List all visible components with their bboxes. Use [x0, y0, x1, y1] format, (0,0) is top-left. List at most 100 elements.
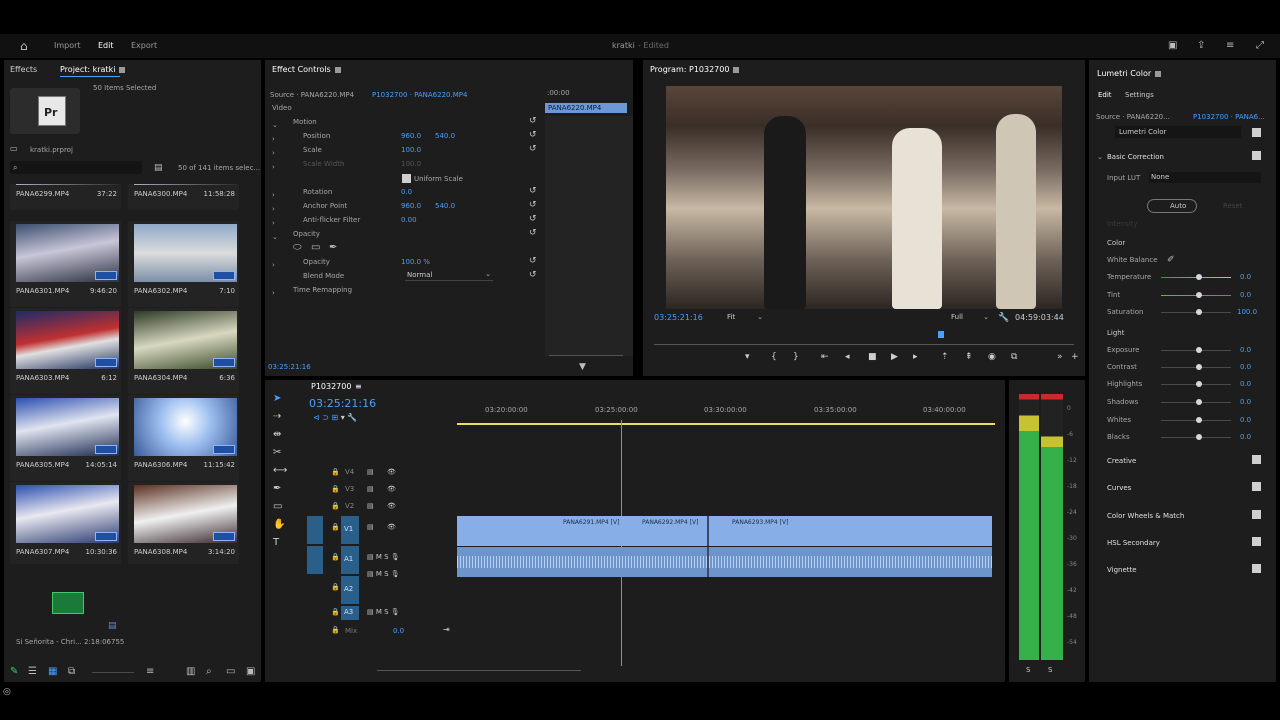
temperature-knob[interactable]: [1196, 274, 1202, 280]
input-lut-select[interactable]: None: [1149, 172, 1261, 183]
saturation-value[interactable]: 100.0: [1237, 308, 1257, 316]
scale-value[interactable]: 100.0: [401, 146, 421, 154]
blacks-value[interactable]: 0.0: [1240, 433, 1251, 441]
more-icon[interactable]: »: [1057, 352, 1063, 362]
antiflicker-value[interactable]: 0.00: [401, 216, 417, 224]
clip-thumb-6308[interactable]: PANA6308.MP4 3:14:20: [128, 482, 239, 564]
reset-icon[interactable]: ↺: [529, 144, 537, 154]
lumetri-seq[interactable]: P1032700 · PANA6...: [1193, 113, 1265, 121]
work-area-bar[interactable]: [457, 423, 995, 425]
clip-thumb-6304[interactable]: PANA6304.MP4 6:36: [128, 308, 239, 394]
contrast-knob[interactable]: [1196, 364, 1202, 370]
nav-edit[interactable]: Edit: [98, 41, 114, 50]
nav-import[interactable]: Import: [54, 41, 81, 50]
new-item-icon[interactable]: ▣: [246, 667, 255, 677]
track-select-icon[interactable]: ⇢: [273, 408, 281, 426]
play-icon[interactable]: ▶: [891, 352, 898, 362]
reset-icon[interactable]: ↺: [529, 186, 537, 196]
lumetri-source[interactable]: Source · PANA6220...: [1096, 113, 1170, 121]
sort-icon[interactable]: ≡: [146, 667, 154, 677]
solo-right[interactable]: S: [1048, 666, 1052, 674]
selection-tool-icon[interactable]: ➤: [273, 390, 281, 408]
clip-thumb-6299[interactable]: PANA6299.MP4 37:22: [10, 184, 121, 210]
auto-button[interactable]: Auto: [1147, 199, 1197, 213]
reset-button[interactable]: Reset: [1223, 202, 1243, 210]
reset-icon[interactable]: ↺: [529, 270, 537, 280]
contrast-value[interactable]: 0.0: [1240, 363, 1251, 371]
program-timecode[interactable]: 03:25:21:16: [654, 313, 703, 322]
ellipse-mask-icon[interactable]: ⬭: [293, 243, 302, 253]
list-view-icon[interactable]: ☰: [28, 667, 37, 677]
clip-thumb-6306[interactable]: PANA6306.MP4 11:15:42: [128, 395, 239, 481]
lumetri-enable-checkbox[interactable]: [1252, 128, 1261, 137]
add-marker-icon[interactable]: ▾: [745, 352, 750, 362]
track-a3[interactable]: A3 🔒 ▤ M S 🎙: [307, 606, 457, 620]
timeline-h-scroll[interactable]: [377, 670, 581, 671]
reset-icon[interactable]: ↺: [529, 256, 537, 266]
position-y[interactable]: 540.0: [435, 132, 455, 140]
clip-thumb-6300[interactable]: PANA6300.MP4 11:58:28: [128, 184, 239, 210]
basic-correction-checkbox[interactable]: [1252, 151, 1261, 160]
shadows-value[interactable]: 0.0: [1240, 398, 1251, 406]
timeline-timecode[interactable]: 03:25:21:16: [309, 397, 376, 410]
temperature-value[interactable]: 0.0: [1240, 273, 1251, 281]
section-color-wheels[interactable]: Color Wheels & Match: [1107, 512, 1184, 520]
search-input[interactable]: ⌕: [10, 161, 142, 174]
creative-checkbox[interactable]: [1252, 455, 1261, 464]
workspace-icon[interactable]: ▣: [1168, 41, 1177, 51]
opacity-value[interactable]: 100.0 %: [401, 258, 430, 266]
reset-icon[interactable]: ↺: [529, 116, 537, 126]
lumetri-edit-tab[interactable]: Edit: [1098, 91, 1112, 99]
tint-value[interactable]: 0.0: [1240, 291, 1251, 299]
saturation-knob[interactable]: [1196, 309, 1202, 315]
ec-sequence[interactable]: P1032700 · PANA6220.MP4: [372, 91, 467, 99]
highlights-knob[interactable]: [1196, 381, 1202, 387]
track-v1[interactable]: V1 🔒 ▤ 👁: [307, 516, 457, 544]
mix-go-to-icon[interactable]: ⇥: [443, 625, 450, 634]
shadows-knob[interactable]: [1196, 399, 1202, 405]
audio-clip-icon[interactable]: [52, 592, 84, 614]
color-subheader[interactable]: Color: [1107, 239, 1125, 247]
fx-motion[interactable]: Motion: [293, 118, 317, 126]
hand-tool-icon[interactable]: ✋: [273, 516, 285, 534]
new-bin-icon[interactable]: ▤: [154, 163, 163, 173]
slip-icon[interactable]: ⟷: [273, 462, 287, 480]
rotation-value[interactable]: 0.0: [401, 188, 412, 196]
light-subheader[interactable]: Light: [1107, 329, 1124, 337]
clip-thumb-6302[interactable]: PANA6302.MP4 7:10: [128, 221, 239, 307]
add-button-icon[interactable]: +: [1071, 352, 1079, 362]
audio-clip-a1[interactable]: [457, 547, 992, 577]
rectangle-tool-icon[interactable]: ▭: [273, 498, 282, 516]
pen-mask-icon[interactable]: ✒: [329, 243, 337, 253]
video-clip-v1[interactable]: PANA6291.MP4 [V] PANA6292.MP4 [V] PANA62…: [457, 516, 992, 546]
rect-mask-icon[interactable]: ▭: [311, 243, 320, 253]
compare-icon[interactable]: ⧉: [1011, 352, 1017, 362]
vignette-checkbox[interactable]: [1252, 564, 1261, 573]
quality-select[interactable]: Full ⌄: [951, 313, 989, 324]
exposure-knob[interactable]: [1196, 347, 1202, 353]
filter-icon[interactable]: ▼: [579, 362, 586, 372]
tab-effects[interactable]: Effects: [10, 65, 37, 74]
ec-menu-icon[interactable]: [334, 66, 341, 73]
nav-export[interactable]: Export: [131, 41, 157, 50]
whites-value[interactable]: 0.0: [1240, 416, 1251, 424]
fx-opacity[interactable]: Opacity: [293, 230, 320, 238]
ec-timecode[interactable]: 03:25:21:16: [268, 363, 311, 371]
clip-thumb-6303[interactable]: PANA6303.MP4 6:12: [10, 308, 121, 394]
time-ruler[interactable]: 03:20:00:00 03:25:00:00 03:30:00:00 03:3…: [457, 400, 995, 426]
track-a2[interactable]: A2 🔒 ▤ M S 🎙: [307, 570, 457, 604]
section-vignette[interactable]: Vignette: [1107, 566, 1137, 574]
curves-checkbox[interactable]: [1252, 482, 1261, 491]
export-frame-icon[interactable]: ◉: [988, 352, 996, 362]
exposure-value[interactable]: 0.0: [1240, 346, 1251, 354]
lumetri-menu-icon[interactable]: [1155, 70, 1162, 77]
sequence-menu-icon[interactable]: ≡: [355, 382, 362, 391]
reset-icon[interactable]: ↺: [529, 228, 537, 238]
time-remap-label[interactable]: Time Remapping: [293, 286, 352, 294]
tint-knob[interactable]: [1196, 292, 1202, 298]
mark-in-icon[interactable]: {: [771, 352, 777, 362]
video-frame[interactable]: [666, 86, 1062, 309]
mix-value[interactable]: 0.0: [393, 627, 404, 635]
tab-project[interactable]: Project: kratki: [60, 65, 126, 74]
position-x[interactable]: 960.0: [401, 132, 421, 140]
